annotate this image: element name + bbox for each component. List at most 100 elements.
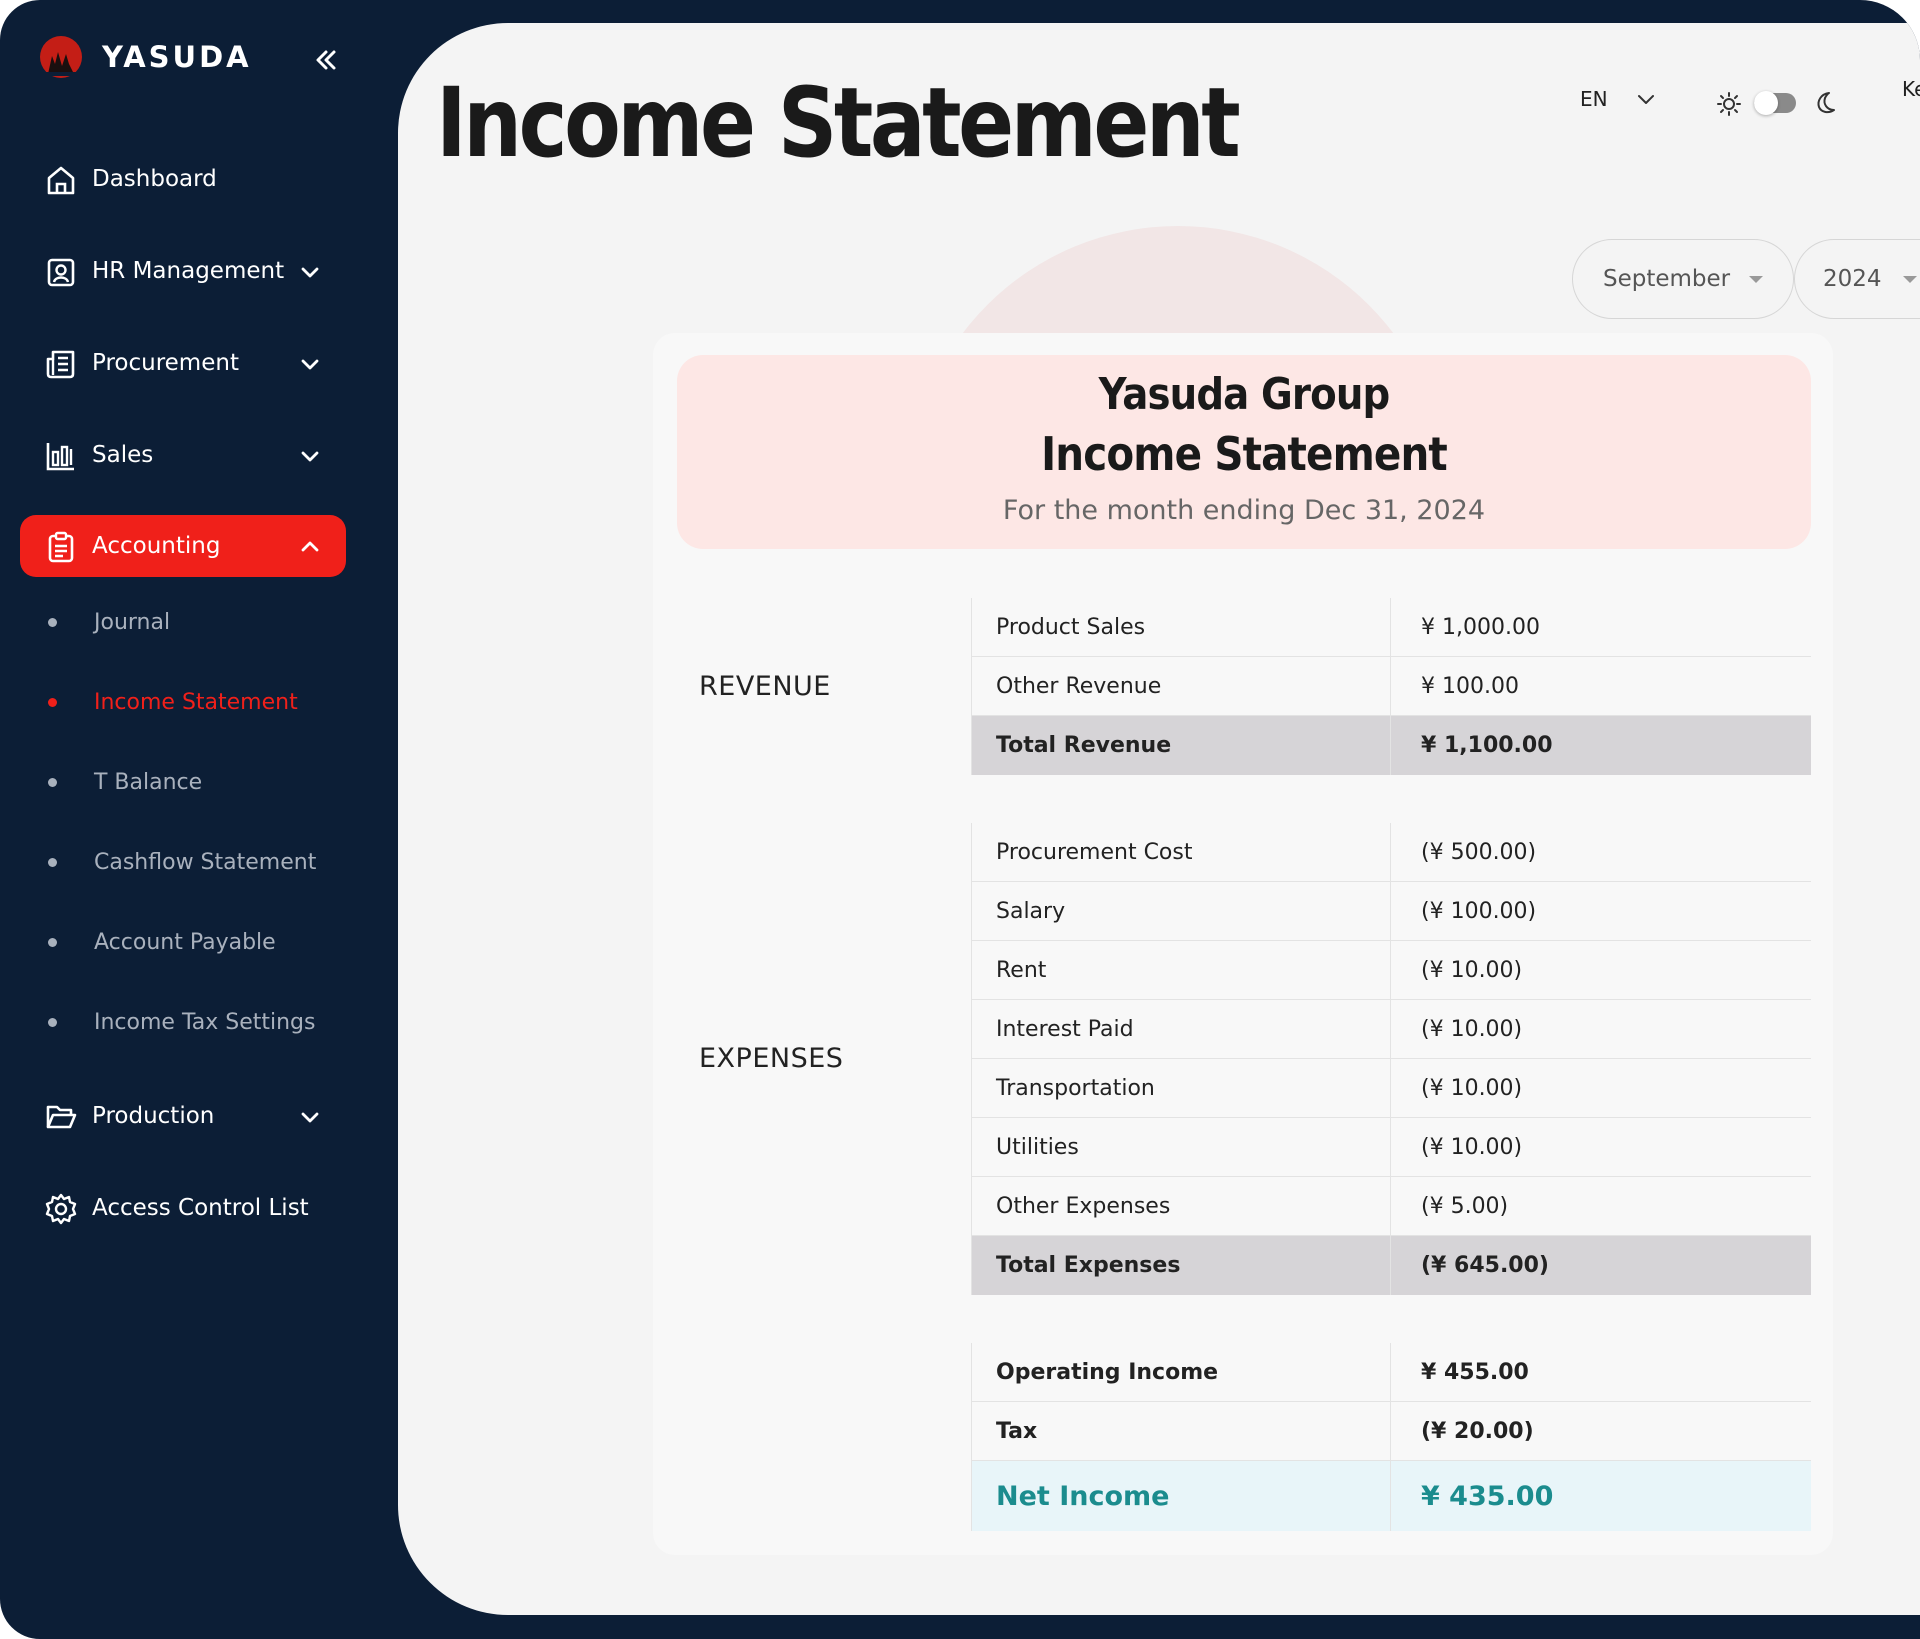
row-label: Interest Paid	[971, 1000, 1391, 1058]
bullet-dot	[48, 1017, 57, 1027]
row-value: (¥ 5.00)	[1421, 1193, 1509, 1219]
language-value: EN	[1580, 87, 1608, 111]
subnav-cashflow-statement[interactable]: Cashflow Statement	[48, 842, 316, 882]
folder-open-icon	[46, 1105, 77, 1129]
year-select[interactable]: 2024	[1794, 239, 1920, 319]
row-value: (¥ 500.00)	[1421, 839, 1537, 865]
nav-dashboard[interactable]: Dashboard	[20, 148, 346, 210]
year-value: 2024	[1823, 266, 1882, 292]
sidebar: YASUDA Dashboard HR Management Procureme…	[0, 0, 398, 1639]
table-row: Salary (¥ 100.00)	[971, 882, 1811, 941]
company-name: Yasuda Group	[1098, 369, 1391, 420]
moon-icon[interactable]	[1810, 89, 1838, 117]
bar-chart-icon	[46, 443, 74, 471]
user-name[interactable]: Ke	[1902, 77, 1920, 101]
language-selector[interactable]: EN	[1580, 87, 1656, 111]
row-value: (¥ 645.00)	[1421, 1253, 1549, 1278]
logo-icon	[40, 36, 82, 78]
bullet-dot	[48, 937, 57, 947]
statement-title: Income Statement	[1041, 427, 1448, 481]
row-label: Transportation	[971, 1059, 1391, 1117]
row-value: (¥ 10.00)	[1421, 1016, 1523, 1042]
subnav-label: Journal	[94, 609, 171, 635]
chevron-down-icon	[301, 359, 319, 370]
row-label: Rent	[971, 941, 1391, 999]
nav-label: Procurement	[92, 350, 239, 376]
main-panel: Income Statement EN Ke September 2024	[398, 23, 1920, 1615]
brand: YASUDA	[38, 34, 252, 80]
newspaper-icon	[46, 350, 75, 379]
chevron-down-icon	[301, 1112, 319, 1123]
table-row: Transportation (¥ 10.00)	[971, 1059, 1811, 1118]
row-label: Product Sales	[971, 598, 1391, 656]
table-row: Other Revenue ¥ 100.00	[971, 657, 1811, 716]
subnav-income-tax-settings[interactable]: Income Tax Settings	[48, 1002, 315, 1042]
home-icon	[47, 166, 75, 195]
nav-access-control-list[interactable]: Access Control List	[20, 1177, 346, 1239]
subnav-label: Account Payable	[94, 929, 276, 955]
month-select[interactable]: September	[1572, 239, 1794, 319]
table-row: Procurement Cost (¥ 500.00)	[971, 823, 1811, 882]
nav-sales[interactable]: Sales	[20, 424, 346, 486]
row-label: Utilities	[971, 1118, 1391, 1176]
brand-name: YASUDA	[102, 40, 252, 74]
subnav-journal[interactable]: Journal	[48, 602, 170, 642]
row-label: Procurement Cost	[971, 823, 1391, 881]
income-statement-card: Yasuda Group Income Statement For the mo…	[653, 333, 1833, 1555]
id-badge-icon	[47, 258, 75, 287]
total-row: Total Expenses (¥ 645.00)	[971, 1236, 1811, 1295]
nav-label: HR Management	[92, 258, 285, 284]
nav-label: Access Control List	[92, 1195, 309, 1221]
chevron-up-icon	[301, 541, 319, 552]
toggle-knob	[1754, 91, 1778, 115]
row-value: ¥ 100.00	[1421, 673, 1519, 699]
table-row: Tax (¥ 20.00)	[971, 1402, 1811, 1461]
expenses-label: EXPENSES	[699, 1043, 844, 1074]
row-value: ¥ 435.00	[1421, 1480, 1554, 1512]
net-income-row: Net Income ¥ 435.00	[971, 1461, 1811, 1531]
clipboard-icon	[48, 531, 74, 563]
nav-hr-management[interactable]: HR Management	[20, 240, 346, 302]
row-value: ¥ 455.00	[1421, 1359, 1529, 1385]
subnav-income-statement[interactable]: Income Statement	[48, 682, 298, 722]
total-row: Total Revenue ¥ 1,100.00	[971, 716, 1811, 775]
gear-icon	[45, 1193, 77, 1225]
theme-toggle[interactable]	[1754, 91, 1796, 115]
row-value: (¥ 20.00)	[1421, 1418, 1534, 1444]
nav-procurement[interactable]: Procurement	[20, 332, 346, 394]
chevron-down-icon	[301, 451, 319, 462]
nav-accounting[interactable]: Accounting	[20, 515, 346, 577]
subnav-label: Cashflow Statement	[94, 849, 317, 875]
caret-down-icon	[1903, 275, 1917, 283]
bullet-dot	[48, 617, 57, 627]
statement-period: For the month ending Dec 31, 2024	[1002, 495, 1486, 526]
sun-icon[interactable]	[1716, 91, 1742, 117]
bullet-dot	[48, 777, 57, 787]
revenue-label: REVENUE	[699, 671, 831, 702]
bullet-dot	[48, 697, 57, 707]
caret-down-icon	[1749, 275, 1763, 283]
row-label: Tax	[971, 1402, 1391, 1460]
chevron-down-icon	[301, 267, 319, 278]
nav-label: Sales	[92, 442, 154, 468]
nav-label: Production	[92, 1103, 215, 1129]
statement-header: Yasuda Group Income Statement For the mo…	[677, 355, 1811, 549]
table-row: Operating Income ¥ 455.00	[971, 1343, 1811, 1402]
row-value: ¥ 1,100.00	[1421, 733, 1553, 758]
collapse-sidebar-icon[interactable]	[308, 44, 344, 76]
month-value: September	[1603, 266, 1731, 292]
revenue-table: Product Sales ¥ 1,000.00 Other Revenue ¥…	[971, 598, 1811, 775]
table-row: Utilities (¥ 10.00)	[971, 1118, 1811, 1177]
subnav-t-balance[interactable]: T Balance	[48, 762, 202, 802]
nav-production[interactable]: Production	[20, 1085, 346, 1147]
subnav-label: Income Tax Settings	[94, 1009, 316, 1035]
table-row: Product Sales ¥ 1,000.00	[971, 598, 1811, 657]
row-label: Total Revenue	[971, 716, 1391, 775]
table-row: Other Expenses (¥ 5.00)	[971, 1177, 1811, 1236]
row-label: Other Expenses	[971, 1177, 1391, 1235]
app-frame: YASUDA Dashboard HR Management Procureme…	[0, 0, 1920, 1639]
page-title: Income Statement	[436, 67, 1241, 179]
row-value: (¥ 10.00)	[1421, 1075, 1523, 1101]
row-label: Net Income	[971, 1461, 1391, 1531]
subnav-account-payable[interactable]: Account Payable	[48, 922, 276, 962]
